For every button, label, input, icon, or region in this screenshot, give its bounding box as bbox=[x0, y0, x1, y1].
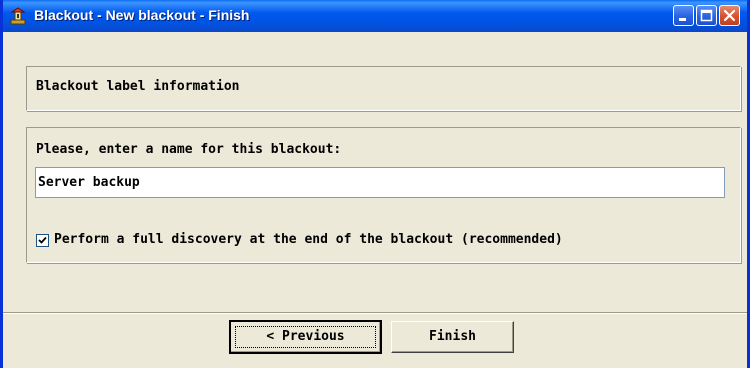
title-bar[interactable]: Blackout - New blackout - Finish bbox=[3, 0, 747, 32]
header-label: Blackout label information bbox=[36, 79, 240, 94]
name-prompt-label: Please, enter a name for this blackout: bbox=[36, 142, 342, 157]
blackout-window: Blackout - New blackout - Finish Blackou… bbox=[0, 0, 750, 368]
minimize-icon[interactable] bbox=[673, 5, 694, 26]
maximize-icon[interactable] bbox=[696, 5, 717, 26]
name-form-panel: Please, enter a name for this blackout: … bbox=[26, 127, 741, 263]
header-panel: Blackout label information bbox=[26, 66, 741, 111]
button-separator bbox=[3, 312, 747, 314]
blackout-app-icon[interactable] bbox=[9, 7, 27, 25]
finish-button[interactable]: Finish bbox=[391, 321, 514, 353]
finish-button-label: Finish bbox=[429, 329, 476, 344]
previous-button[interactable]: < Previous bbox=[229, 320, 382, 354]
blackout-name-input[interactable] bbox=[35, 167, 725, 198]
window-title: Blackout - New blackout - Finish bbox=[34, 7, 250, 23]
full-discovery-checkbox[interactable] bbox=[36, 234, 49, 247]
focus-rectangle bbox=[235, 326, 376, 348]
close-icon[interactable] bbox=[719, 5, 740, 26]
full-discovery-label[interactable]: Perform a full discovery at the end of t… bbox=[54, 232, 563, 247]
